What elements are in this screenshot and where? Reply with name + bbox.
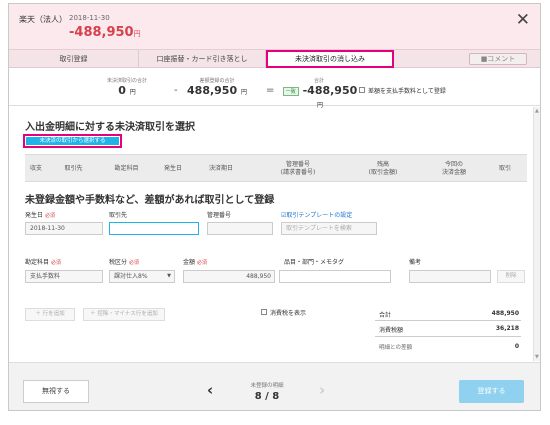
previous-icon[interactable]: ‹ — [207, 381, 213, 399]
total-divider — [375, 320, 521, 321]
dialog-body: 入出金明細に対する未決済取引を選択 未決済の取引から選択する 収支 取引先 勘定… — [9, 107, 533, 361]
grand-total-label: 合計 — [313, 78, 324, 84]
col-type: 収支 — [29, 165, 42, 172]
tax-label: 税区分 必須 — [109, 257, 139, 266]
dialog-header: 楽天（法人） 2018-11-30 -488,950円 ✕ — [9, 4, 540, 50]
show-tax-label: 消費税を表示 — [270, 310, 307, 317]
amount-value: -488,950 — [69, 25, 134, 40]
tab-reconcile[interactable]: 未決済取引の消し込み — [266, 50, 394, 68]
difference-value: 0 — [514, 343, 519, 350]
close-icon[interactable]: ✕ — [516, 10, 530, 30]
delete-row-button[interactable]: 削除 — [497, 270, 525, 283]
difference-unit: 円 — [240, 89, 247, 96]
unsettled-total-label: 未決済取引の合計 — [106, 78, 147, 84]
col-management-number: 管理番号 (請求書番号) — [280, 161, 316, 176]
note-label: 備考 — [409, 259, 422, 266]
required-mark: 必須 — [50, 260, 61, 266]
ignore-button[interactable]: 無視する — [23, 380, 89, 403]
dialog-footer: 無視する ‹ 未登録の明細 8 / 8 › 登録する — [9, 362, 540, 410]
select-section-title: 入出金明細に対する未決済取引を選択 — [25, 122, 195, 133]
template-settings-link[interactable]: ☑取引テンプレートの設定 — [281, 210, 352, 219]
account-input[interactable]: 支払手数料 — [25, 270, 103, 283]
register-dialog: 楽天（法人） 2018-11-30 -488,950円 ✕ 取引登録 口座振替・… — [8, 3, 541, 411]
mgmt-number-label: 管理番号 — [207, 212, 232, 219]
required-mark: 必須 — [128, 260, 139, 266]
total-value: 488,950 — [491, 310, 519, 317]
item-label: 品目・部門・メモタグ — [284, 259, 345, 266]
amount-label: 金額 必須 — [183, 257, 207, 266]
select-unsettled-button[interactable]: 未決済の取引から選択する — [23, 134, 122, 148]
unsettled-total-number: 0 — [118, 84, 126, 97]
tax-select-value: 課対仕入8% — [114, 273, 148, 280]
col-partner: 取引先 — [64, 165, 83, 172]
tax-amount-value: 36,218 — [495, 325, 519, 332]
unsettled-total-value: 0 円 — [97, 84, 157, 97]
show-tax-checkbox[interactable] — [261, 309, 267, 315]
difference-total-label: 差額登録の合計 — [199, 78, 235, 84]
summary-bar: 未決済取引の合計 0 円 - 差額登録の合計 488,950 円 = 合計 一致… — [9, 69, 540, 109]
tax-divider — [375, 336, 521, 337]
scroll-up-icon[interactable]: ▲ — [535, 108, 539, 114]
total-label: 合計 — [379, 312, 392, 319]
required-mark: 必須 — [196, 260, 207, 266]
template-settings-text: 取引テンプレートの設定 — [286, 212, 353, 219]
difference-total-value: 488,950 円 — [177, 84, 257, 97]
amount-input[interactable]: 488,950 — [183, 270, 275, 283]
next-icon[interactable]: › — [319, 381, 325, 399]
match-badge: 一致 — [282, 86, 299, 96]
partner-input[interactable] — [109, 222, 199, 235]
col-balance: 残高 (取引金額) — [368, 161, 398, 176]
add-deduction-row-button[interactable]: ＋ 控除・マイナス行を追加 — [83, 308, 165, 321]
required-mark: 必須 — [44, 213, 55, 219]
mgmt-number-input[interactable] — [207, 222, 273, 235]
partner-label: 取引先 — [109, 212, 128, 219]
equals-sign: = — [266, 85, 275, 96]
template-search-input[interactable]: 取引テンプレートを検索 — [281, 222, 377, 235]
tab-register[interactable]: 取引登録 — [9, 50, 139, 68]
tax-label-text: 税区分 — [109, 259, 128, 266]
tab-transfer[interactable]: 口座振替・カード引き落とし — [139, 50, 266, 68]
select-unsettled-label: 未決済の取引から選択する — [26, 137, 119, 145]
date-label-text: 発生日 — [25, 212, 44, 219]
note-input[interactable] — [409, 270, 491, 283]
nav-position: 8 / 8 — [254, 391, 280, 402]
register-section-title: 未登録金額や手数料など、差額があれば取引として登録 — [25, 195, 275, 206]
difference-label: 明細との差額 — [379, 345, 412, 351]
unsettled-table-header: 収支 取引先 勘定科目 発生日 決済期日 管理番号 (請求書番号) 残高 (取引… — [25, 154, 527, 182]
account-label-text: 勘定科目 — [25, 259, 50, 266]
date-label: 発生日 必須 — [25, 210, 55, 219]
tab-bar: 取引登録 口座振替・カード引き落とし 未決済取引の消し込み ■コメント — [9, 50, 540, 68]
col-account: 勘定科目 — [114, 165, 139, 172]
account-name: 楽天（法人） — [19, 15, 67, 24]
col-transaction: 取引 — [498, 165, 511, 172]
col-settle-amount: 今回の 決済金額 — [441, 161, 466, 176]
unsettled-unit: 円 — [129, 89, 136, 96]
statement-date: 2018-11-30 — [69, 14, 110, 22]
statement-amount: -488,950円 — [69, 25, 141, 40]
amount-label-text: 金額 — [183, 259, 196, 266]
grand-total-number: -488,950 — [302, 84, 358, 97]
account-label: 勘定科目 必須 — [25, 257, 61, 266]
date-input[interactable]: 2018-11-30 — [25, 222, 103, 235]
nav-label: 未登録の明細 — [250, 383, 284, 389]
scrollbar[interactable]: ▲ ▼ — [533, 107, 540, 361]
scroll-down-icon[interactable]: ▼ — [535, 354, 539, 360]
tax-amount-label: 消費税額 — [379, 327, 404, 334]
col-due-date: 決済期日 — [208, 165, 233, 172]
amount-unit: 円 — [133, 30, 141, 38]
col-date: 発生日 — [163, 165, 182, 172]
add-row-button[interactable]: ＋ 行を追加 — [25, 308, 75, 321]
difference-total-number: 488,950 — [187, 84, 238, 97]
chevron-down-icon: ▼ — [167, 273, 171, 279]
comment-button[interactable]: ■コメント — [469, 53, 527, 65]
fee-checkbox[interactable] — [359, 87, 365, 93]
item-tag-input[interactable] — [279, 270, 391, 283]
register-button[interactable]: 登録する — [459, 380, 524, 403]
tax-select[interactable]: 課対仕入8% ▼ — [109, 270, 175, 283]
fee-checkbox-label: 差額を支払手数料として登録 — [368, 88, 446, 95]
